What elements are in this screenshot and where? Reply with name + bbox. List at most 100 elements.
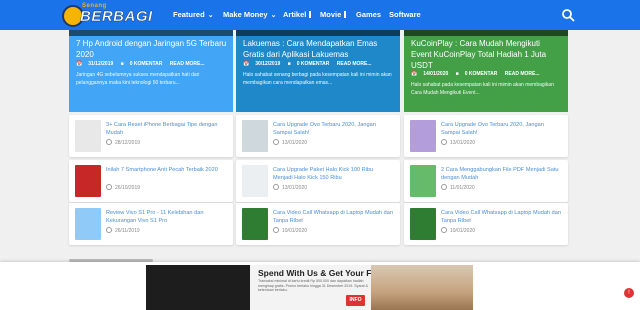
post-thumbnail[interactable] [410, 208, 436, 240]
clock-icon [273, 227, 279, 233]
hero-title[interactable]: Lakuemas : Cara Mendapatkan Emas Gratis … [243, 38, 394, 60]
ad-card-image [146, 265, 250, 310]
hero-excerpt: Jaringan 4G sebelumnya sukses mendapatka… [76, 72, 200, 86]
ad-photo [371, 265, 473, 310]
post-card[interactable]: Review Vivo S1 Pro - 11 Kelebihan dan Ke… [69, 203, 233, 245]
post-title[interactable]: Cara Video Call Whatsapp di Laptop Mudah… [441, 209, 562, 225]
site-logo[interactable]: Senang BERBAGI [62, 2, 158, 28]
post-date: 10/01/2020 [441, 227, 475, 234]
read-more-link[interactable]: READ MORE... [337, 61, 372, 67]
notification-badge[interactable]: ! [624, 288, 634, 298]
post-title[interactable]: Cara Upgrade Ovo Terbaru 2020, Jangan Sa… [441, 121, 562, 137]
hero-title[interactable]: 7 Hp Android dengan Jaringan 5G Terbaru … [76, 38, 227, 60]
nav-games-label: Games [356, 10, 382, 19]
post-thumbnail[interactable] [410, 165, 436, 197]
post-title[interactable]: Cara Upgrade Ovo Terbaru 2020, Jangan Sa… [273, 121, 394, 137]
post-card[interactable]: Inilah 7 Smartphone Anti Pecah Terbaik 2… [69, 160, 233, 202]
post-title[interactable]: 2 Cara Menggabungkan File PDF Menjadi Sa… [441, 166, 562, 182]
post-date: 13/01/2020 [441, 139, 475, 146]
hero-date: 30/12/2019 [255, 61, 281, 67]
clock-icon [441, 139, 447, 145]
post-thumbnail[interactable] [75, 208, 101, 240]
post-date-text: 28/12/2019 [115, 140, 141, 146]
nav-make-money-label: Make Money [223, 10, 268, 19]
post-date: 26/10/2019 [106, 184, 140, 191]
clock-icon [106, 139, 112, 145]
hero-comments: 0 KOMENTAR [296, 61, 330, 67]
hero-title[interactable]: KuCoinPlay : Cara Mudah Mengikuti Event … [411, 38, 562, 71]
nav-artikel-label: Artikel [283, 10, 307, 19]
hero-date: 31/12/2019 [88, 61, 114, 67]
top-navbar: Senang BERBAGI Featured ⌄ Make Money ⌄ Art… [0, 0, 640, 30]
post-card[interactable]: 2 Cara Menggabungkan File PDF Menjadi Sa… [404, 160, 568, 202]
hero-post[interactable]: Lakuemas : Cara Mendapatkan Emas Gratis … [236, 30, 400, 112]
calendar-icon: 📅 [76, 61, 83, 67]
calendar-icon: 📅 [411, 71, 418, 77]
nav-software-label: Software [389, 10, 421, 19]
post-card[interactable]: Cara Upgrade Ovo Terbaru 2020, Jangan Sa… [404, 115, 568, 157]
hero-image-strip [404, 30, 568, 36]
post-title[interactable]: Cara Upgrade Paket Halo Kick 100 Ribu Me… [273, 166, 394, 182]
nav-make-money[interactable]: Make Money ⌄ [223, 0, 276, 30]
post-date: 13/01/2020 [273, 184, 307, 191]
nav-artikel[interactable]: Artikel [283, 0, 311, 30]
menu-indicator-icon [309, 11, 311, 18]
post-thumbnail[interactable] [242, 120, 268, 152]
calendar-icon: 📅 [243, 61, 250, 67]
post-title[interactable]: Review Vivo S1 Pro - 11 Kelebihan dan Ke… [106, 209, 227, 225]
nav-software[interactable]: Software [389, 0, 421, 30]
menu-indicator-icon [344, 11, 346, 18]
hero-excerpt: Halo sahabat pada kesempatan kali ini mi… [411, 82, 554, 96]
read-more-link[interactable]: READ MORE... [505, 71, 540, 77]
clock-icon [106, 227, 112, 233]
hero-image-strip [236, 30, 400, 36]
ad-banner[interactable]: Spend With Us & Get Your Free Stay! Tran… [146, 265, 473, 310]
hero-excerpt: Halo sahabat senang berbagi pada kesempa… [243, 72, 392, 86]
hero-post[interactable]: KuCoinPlay : Cara Mudah Mengikuti Event … [404, 30, 568, 112]
post-date-text: 13/01/2020 [282, 185, 308, 191]
hero-meta: 📅 31/12/2019 ■ 0 KOMENTAR READ MORE... [76, 61, 211, 67]
post-thumbnail[interactable] [75, 165, 101, 197]
hero-post[interactable]: 7 Hp Android dengan Jaringan 5G Terbaru … [69, 30, 233, 112]
post-date: 28/12/2019 [106, 139, 140, 146]
post-date-text: 13/01/2020 [450, 140, 476, 146]
post-card[interactable]: Cara Upgrade Ovo Terbaru 2020, Jangan Sa… [236, 115, 400, 157]
read-more-link[interactable]: READ MORE... [170, 61, 205, 67]
clock-icon [273, 184, 279, 190]
nav-games[interactable]: Games [356, 0, 381, 30]
post-date: 26/11/2019 [106, 227, 140, 234]
post-date-text: 26/11/2019 [115, 228, 140, 234]
post-thumbnail[interactable] [410, 120, 436, 152]
post-date-text: 11/01/2020 [450, 185, 475, 191]
hero-comments: 0 KOMENTAR [464, 71, 498, 77]
post-card[interactable]: Cara Video Call Whatsapp di Laptop Mudah… [404, 203, 568, 245]
post-thumbnail[interactable] [242, 208, 268, 240]
clock-icon [273, 139, 279, 145]
post-card[interactable]: 3+ Cara Reset iPhone Berbagai Tipe denga… [69, 115, 233, 157]
clock-icon [441, 184, 447, 190]
post-thumbnail[interactable] [75, 120, 101, 152]
nav-featured[interactable]: Featured ⌄ [173, 0, 214, 30]
post-date: 10/01/2020 [273, 227, 307, 234]
post-thumbnail[interactable] [242, 165, 268, 197]
ad-subtext: Transaksi minimal di kartu kredit Rp 500… [258, 279, 369, 293]
comment-icon: ■ [287, 61, 291, 67]
post-card[interactable]: Cara Video Call Whatsapp di Laptop Mudah… [236, 203, 400, 245]
ad-info-button[interactable]: INFO [346, 295, 365, 306]
post-date-text: 26/10/2019 [115, 185, 141, 191]
hero-meta: 📅 30/12/2019 ■ 0 KOMENTAR READ MORE... [243, 61, 378, 67]
post-date-text: 10/01/2020 [450, 228, 476, 234]
comment-icon: ■ [120, 61, 124, 67]
search-icon[interactable] [561, 8, 575, 22]
logo-big-text: BERBAGI [80, 8, 153, 25]
nav-movie[interactable]: Movie [320, 0, 346, 30]
post-title[interactable]: Cara Video Call Whatsapp di Laptop Mudah… [273, 209, 394, 225]
hero-date: 14/01/2020 [423, 71, 449, 77]
hero-image-strip [69, 30, 233, 36]
post-title[interactable]: Inilah 7 Smartphone Anti Pecah Terbaik 2… [106, 166, 227, 174]
hero-comments: 0 KOMENTAR [129, 61, 163, 67]
post-card[interactable]: Cara Upgrade Paket Halo Kick 100 Ribu Me… [236, 160, 400, 202]
post-title[interactable]: 3+ Cara Reset iPhone Berbagai Tipe denga… [106, 121, 227, 137]
chevron-down-icon: ⌄ [207, 12, 214, 19]
hero-meta: 📅 14/01/2020 ■ 0 KOMENTAR READ MORE... [411, 71, 546, 77]
